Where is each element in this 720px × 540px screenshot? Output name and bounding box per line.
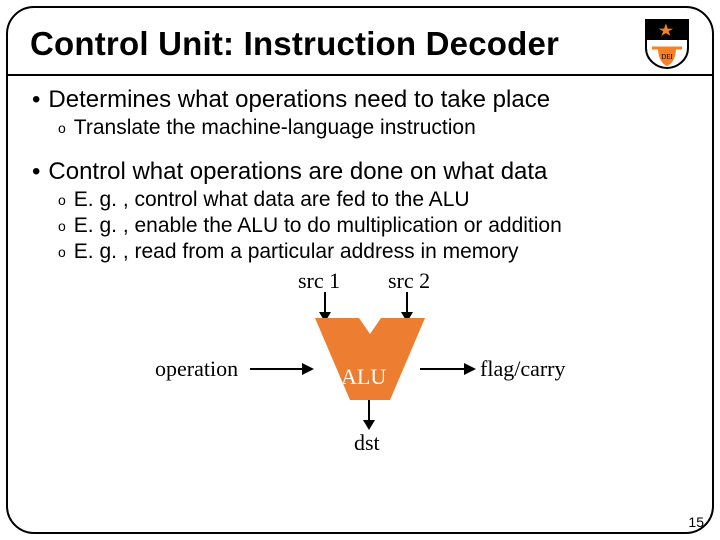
bullet-lvl2: o E. g. , read from a particular address… <box>58 240 688 264</box>
subbullet-glyph: o <box>58 240 66 264</box>
bullet-lvl2: o Translate the machine-language instruc… <box>58 116 688 140</box>
princeton-shield-icon: DEI <box>644 18 690 70</box>
subbullet-glyph: o <box>58 214 66 238</box>
bullet-lvl2: o E. g. , control what data are fed to t… <box>58 188 688 212</box>
content-area: • Determines what operations need to tak… <box>8 86 712 458</box>
alu-diagram: src 1 src 2 ALU operation flag/carry <box>40 268 680 458</box>
bullet-text: Control what operations are done on what… <box>48 158 547 186</box>
bullet-lvl1: • Determines what operations need to tak… <box>32 86 688 114</box>
subbullet-glyph: o <box>58 116 66 140</box>
label-src1: src 1 <box>298 268 340 294</box>
page-title: Control Unit: Instruction Decoder <box>30 25 559 63</box>
subbullet-text: E. g. , enable the ALU to do multiplicat… <box>74 214 562 238</box>
svg-text:DEI: DEI <box>661 53 673 61</box>
divider <box>8 74 712 76</box>
label-operation: operation <box>155 356 238 382</box>
label-flagcarry: flag/carry <box>480 356 566 382</box>
title-row: Control Unit: Instruction Decoder DEI <box>8 8 712 72</box>
arrow-flagcarry-icon <box>420 360 476 378</box>
arrow-operation-icon <box>250 360 314 378</box>
slide-frame: Control Unit: Instruction Decoder DEI • … <box>6 6 714 534</box>
bullet-glyph: • <box>32 86 40 114</box>
subbullet-text: Translate the machine-language instructi… <box>74 116 476 140</box>
bullet-text: Determines what operations need to take … <box>48 86 550 114</box>
subbullet-glyph: o <box>58 188 66 212</box>
label-src2: src 2 <box>388 268 430 294</box>
bullet-lvl2: o E. g. , enable the ALU to do multiplic… <box>58 214 688 238</box>
label-alu: ALU <box>341 364 386 390</box>
subbullet-text: E. g. , control what data are fed to the… <box>74 188 470 212</box>
subbullet-text: E. g. , read from a particular address i… <box>74 240 519 264</box>
slide-number: 15 <box>688 514 704 530</box>
arrow-dst-icon <box>360 400 378 430</box>
label-dst: dst <box>354 430 380 456</box>
bullet-lvl1: • Control what operations are done on wh… <box>32 158 688 186</box>
bullet-glyph: • <box>32 158 40 186</box>
